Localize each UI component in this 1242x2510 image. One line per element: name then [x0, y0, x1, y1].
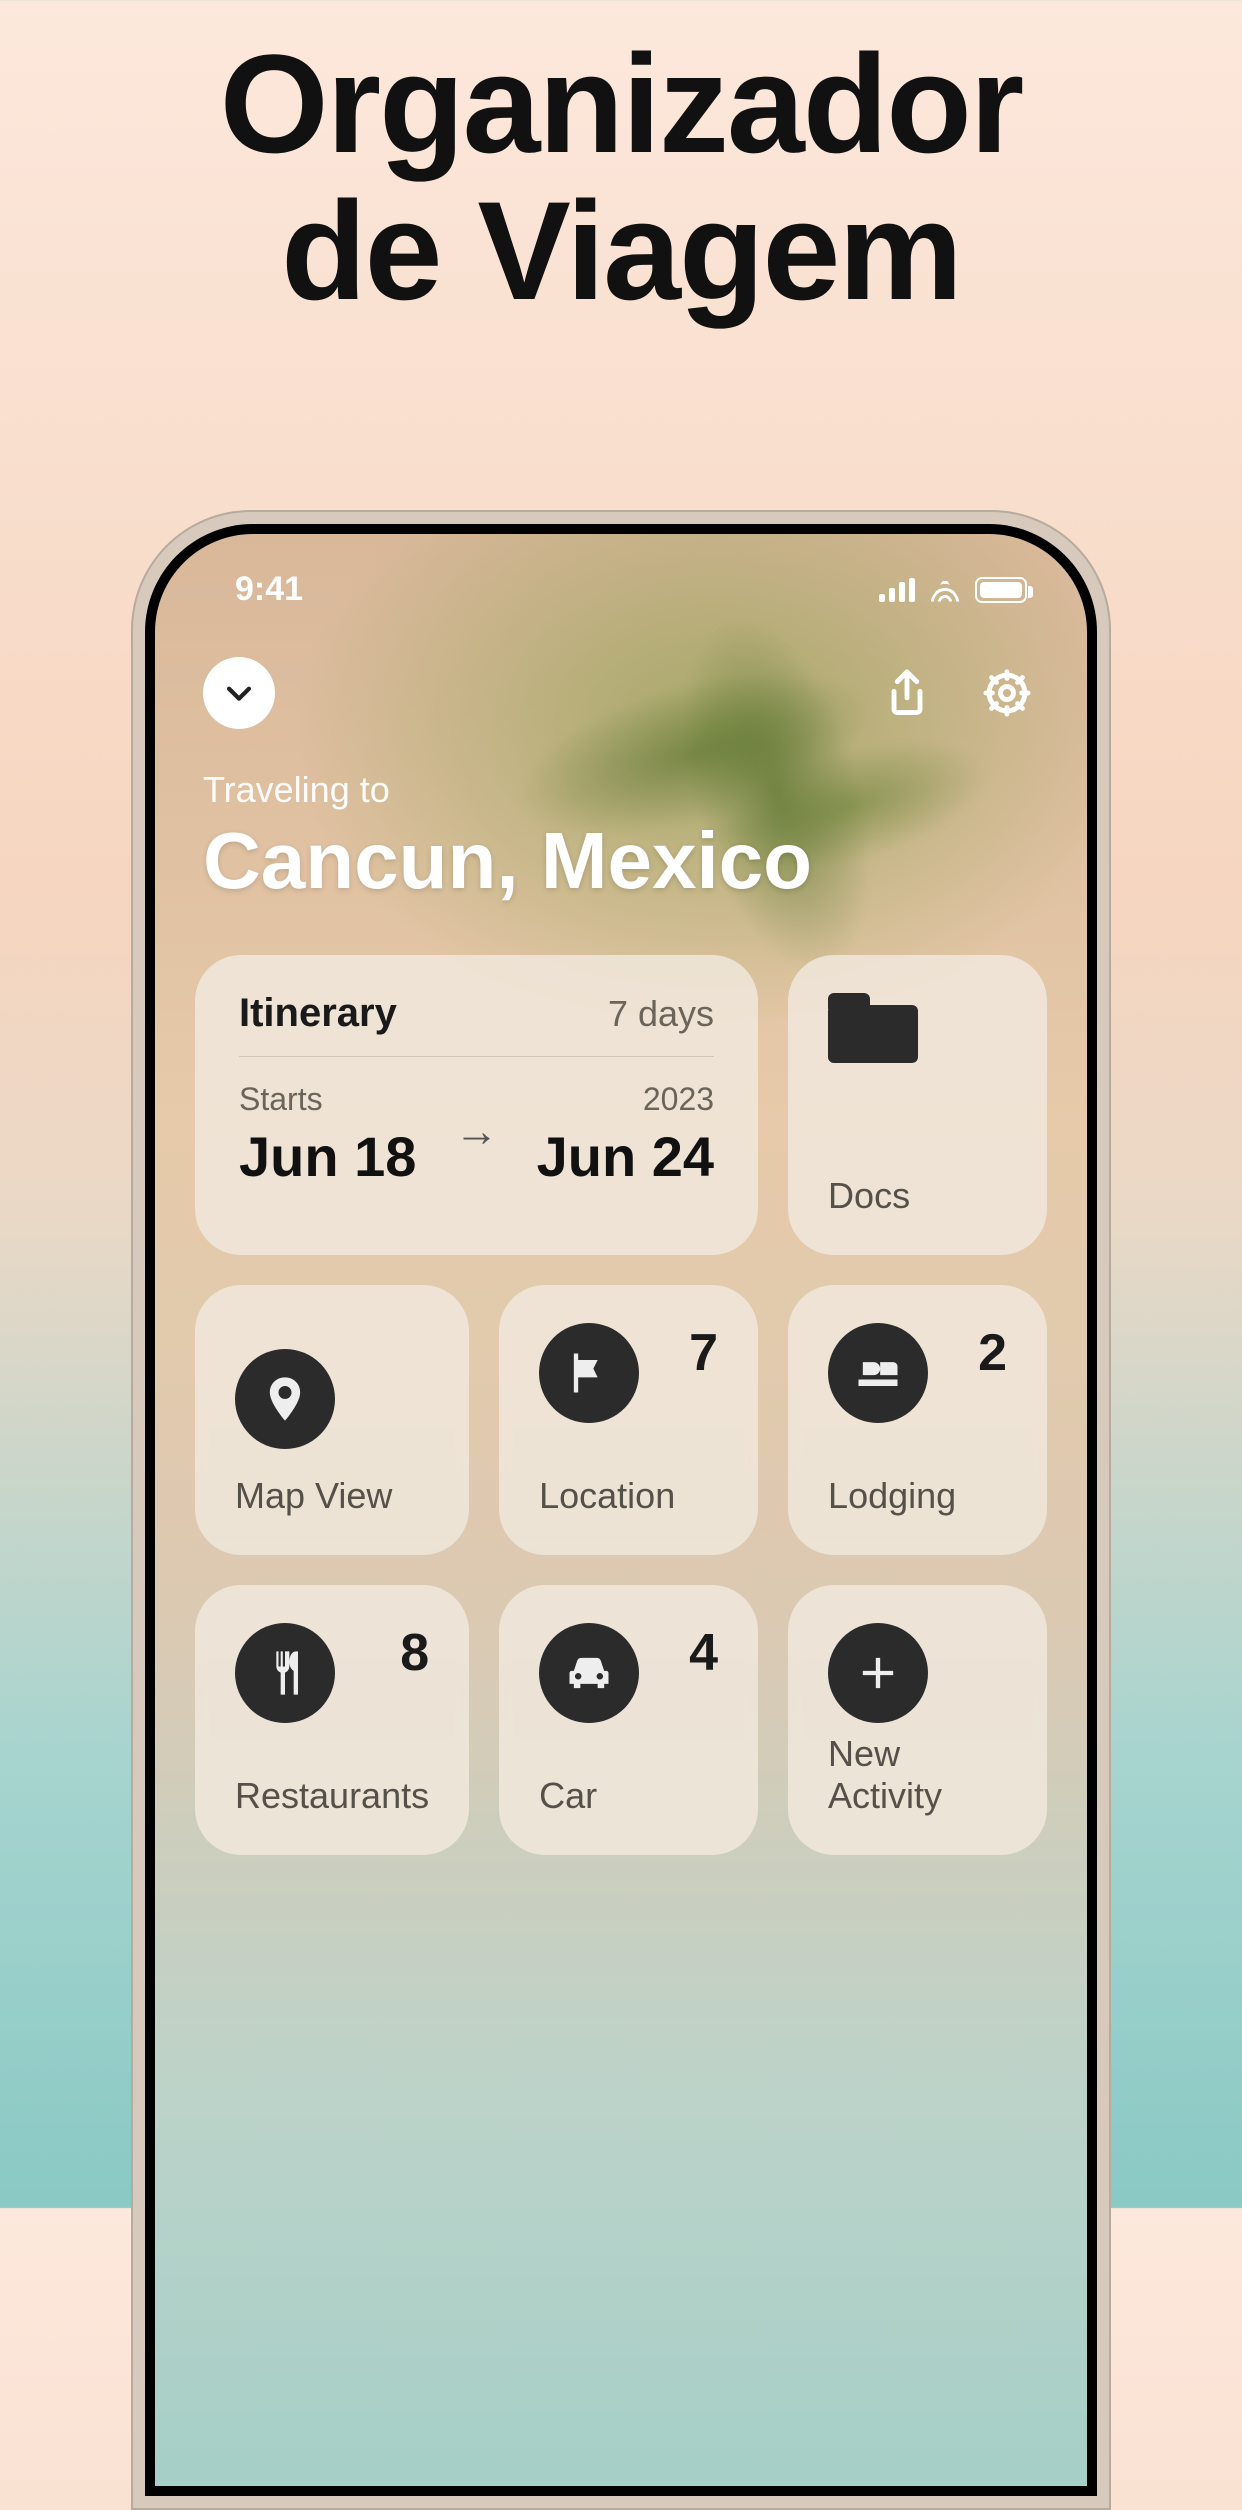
- itinerary-year: 2023: [537, 1081, 714, 1118]
- itinerary-duration: 7 days: [608, 993, 714, 1035]
- car-label: Car: [539, 1775, 718, 1817]
- docs-label: Docs: [828, 1175, 1007, 1217]
- gear-icon: [981, 667, 1033, 719]
- new-activity-card[interactable]: New Activity: [788, 1585, 1047, 1855]
- share-button[interactable]: [875, 661, 939, 725]
- new-activity-label: New Activity: [828, 1733, 1007, 1817]
- marketing-line2: de Viagem: [0, 177, 1242, 324]
- bed-icon: [828, 1323, 928, 1423]
- itinerary-starts-label: Starts: [239, 1081, 416, 1118]
- map-pin-icon: [235, 1349, 335, 1449]
- utensils-icon: [235, 1623, 335, 1723]
- destination-name: Cancun, Mexico: [203, 817, 1039, 905]
- itinerary-start-date: Jun 18: [239, 1124, 416, 1189]
- battery-icon: [975, 577, 1027, 603]
- traveling-to-label: Traveling to: [203, 769, 1039, 811]
- chevron-down-icon: [222, 676, 256, 710]
- lodging-card[interactable]: 2 Lodging: [788, 1285, 1047, 1555]
- map-view-label: Map View: [235, 1475, 429, 1517]
- marketing-line1: Organizador: [0, 30, 1242, 177]
- car-icon: [539, 1623, 639, 1723]
- restaurants-label: Restaurants: [235, 1775, 429, 1817]
- restaurants-count: 8: [400, 1623, 429, 1683]
- flag-icon: [539, 1323, 639, 1423]
- location-card[interactable]: 7 Location: [499, 1285, 758, 1555]
- map-view-card[interactable]: Map View: [195, 1285, 469, 1555]
- itinerary-title: Itinerary: [239, 991, 397, 1036]
- arrow-right-icon: →: [455, 1107, 499, 1163]
- location-label: Location: [539, 1475, 718, 1517]
- settings-button[interactable]: [975, 661, 1039, 725]
- status-time: 9:41: [235, 570, 303, 609]
- itinerary-card[interactable]: Itinerary 7 days Starts Jun 18 → 2023 Ju…: [195, 955, 758, 1255]
- car-card[interactable]: 4 Car: [499, 1585, 758, 1855]
- collapse-button[interactable]: [203, 657, 275, 729]
- lodging-label: Lodging: [828, 1475, 1007, 1517]
- location-count: 7: [689, 1323, 718, 1383]
- app-screen: 9:41: [155, 534, 1087, 2486]
- folder-icon: [828, 993, 918, 1063]
- restaurants-card[interactable]: 8 Restaurants: [195, 1585, 469, 1855]
- plus-icon: [828, 1623, 928, 1723]
- phone-frame: 9:41: [131, 510, 1111, 2510]
- docs-card[interactable]: Docs: [788, 955, 1047, 1255]
- lodging-count: 2: [978, 1323, 1007, 1383]
- wifi-icon: [929, 578, 961, 602]
- car-count: 4: [689, 1623, 718, 1683]
- status-bar: 9:41: [155, 534, 1087, 609]
- marketing-headline: Organizador de Viagem: [0, 0, 1242, 324]
- itinerary-end-date: Jun 24: [537, 1124, 714, 1189]
- cellular-signal-icon: [879, 578, 915, 602]
- share-icon: [881, 667, 933, 719]
